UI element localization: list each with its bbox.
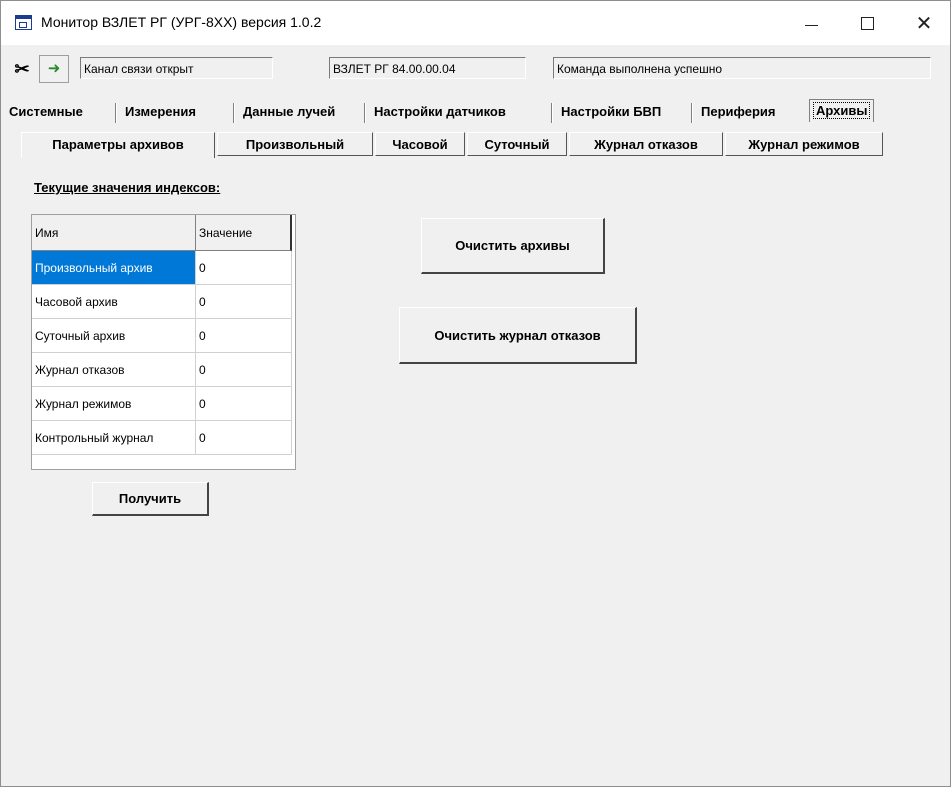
clear-archives-button[interactable]: Очистить архивы bbox=[421, 218, 605, 274]
column-header-name[interactable]: Имя bbox=[32, 215, 196, 251]
grid-header: Имя Значение bbox=[32, 215, 295, 251]
row-value-cell[interactable]: 0 bbox=[196, 387, 292, 421]
table-row[interactable]: Часовой архив 0 bbox=[32, 285, 295, 319]
subtab-daily[interactable]: Суточный bbox=[467, 132, 567, 156]
row-name-cell[interactable]: Журнал отказов bbox=[32, 353, 196, 387]
get-button[interactable]: Получить bbox=[92, 482, 209, 516]
column-header-value[interactable]: Значение bbox=[196, 215, 292, 251]
tab-archives-label: Архивы bbox=[813, 102, 871, 119]
minimize-button[interactable] bbox=[785, 1, 839, 45]
subtab-hourly[interactable]: Часовой bbox=[375, 132, 465, 156]
row-value-cell[interactable]: 0 bbox=[196, 353, 292, 387]
row-name-cell[interactable]: Произвольный архив bbox=[32, 251, 196, 285]
tab-sensor-settings[interactable]: Настройки датчиков bbox=[374, 101, 506, 123]
table-row[interactable]: Журнал режимов 0 bbox=[32, 387, 295, 421]
indices-section-label: Текущие значения индексов: bbox=[34, 180, 221, 195]
tab-system[interactable]: Системные bbox=[9, 101, 83, 123]
channel-status-field: Канал связи открыт bbox=[80, 57, 273, 79]
connect-icon[interactable]: ➜ bbox=[39, 55, 69, 83]
tab-bvp-settings[interactable]: Настройки БВП bbox=[561, 101, 661, 123]
maximize-icon bbox=[861, 17, 874, 30]
row-name-cell[interactable]: Журнал режимов bbox=[32, 387, 196, 421]
table-row[interactable]: Суточный архив 0 bbox=[32, 319, 295, 353]
tab-beam-data[interactable]: Данные лучей bbox=[243, 101, 335, 123]
device-field: ВЗЛЕТ РГ 84.00.00.04 bbox=[329, 57, 526, 79]
tab-peripherals[interactable]: Периферия bbox=[701, 101, 775, 123]
minimize-icon bbox=[805, 25, 818, 26]
title-bar: Монитор ВЗЛЕТ РГ (УРГ-8XX) версия 1.0.2 … bbox=[1, 1, 950, 45]
table-row[interactable]: Произвольный архив 0 bbox=[32, 251, 295, 285]
subtab-fault-log[interactable]: Журнал отказов bbox=[569, 132, 723, 156]
subtab-arbitrary[interactable]: Произвольный bbox=[217, 132, 373, 156]
tab-separator bbox=[233, 103, 235, 123]
row-value-cell[interactable]: 0 bbox=[196, 251, 292, 285]
subtab-archive-params[interactable]: Параметры архивов bbox=[21, 132, 215, 158]
row-name-cell[interactable]: Суточный архив bbox=[32, 319, 196, 353]
tab-measurements[interactable]: Измерения bbox=[125, 101, 196, 123]
tab-separator bbox=[115, 103, 117, 123]
command-status-field: Команда выполнена успешно bbox=[553, 57, 931, 79]
subtab-mode-log[interactable]: Журнал режимов bbox=[725, 132, 883, 156]
clear-fault-log-button[interactable]: Очистить журнал отказов bbox=[399, 307, 637, 364]
disconnect-icon[interactable]: ✂ bbox=[11, 58, 33, 80]
tab-archives[interactable]: Архивы bbox=[809, 99, 875, 122]
row-value-cell[interactable]: 0 bbox=[196, 285, 292, 319]
toolbar: ✂ ➜ Канал связи открыт ВЗЛЕТ РГ 84.00.00… bbox=[1, 45, 950, 91]
tab-separator bbox=[364, 103, 366, 123]
app-window: Монитор ВЗЛЕТ РГ (УРГ-8XX) версия 1.0.2 … bbox=[0, 0, 951, 787]
close-icon: ✕ bbox=[915, 11, 933, 35]
maximize-button[interactable] bbox=[841, 1, 895, 45]
window-title: Монитор ВЗЛЕТ РГ (УРГ-8XX) версия 1.0.2 bbox=[41, 14, 322, 30]
app-icon bbox=[15, 15, 32, 30]
tab-separator bbox=[691, 103, 693, 123]
row-value-cell[interactable]: 0 bbox=[196, 319, 292, 353]
table-row[interactable]: Журнал отказов 0 bbox=[32, 353, 295, 387]
table-row[interactable]: Контрольный журнал 0 bbox=[32, 421, 295, 455]
indices-grid[interactable]: Имя Значение Произвольный архив 0 Часово… bbox=[31, 214, 296, 470]
row-name-cell[interactable]: Часовой архив bbox=[32, 285, 196, 319]
tab-separator bbox=[551, 103, 553, 123]
row-name-cell[interactable]: Контрольный журнал bbox=[32, 421, 196, 455]
close-button[interactable]: ✕ bbox=[897, 1, 951, 45]
row-value-cell[interactable]: 0 bbox=[196, 421, 292, 455]
